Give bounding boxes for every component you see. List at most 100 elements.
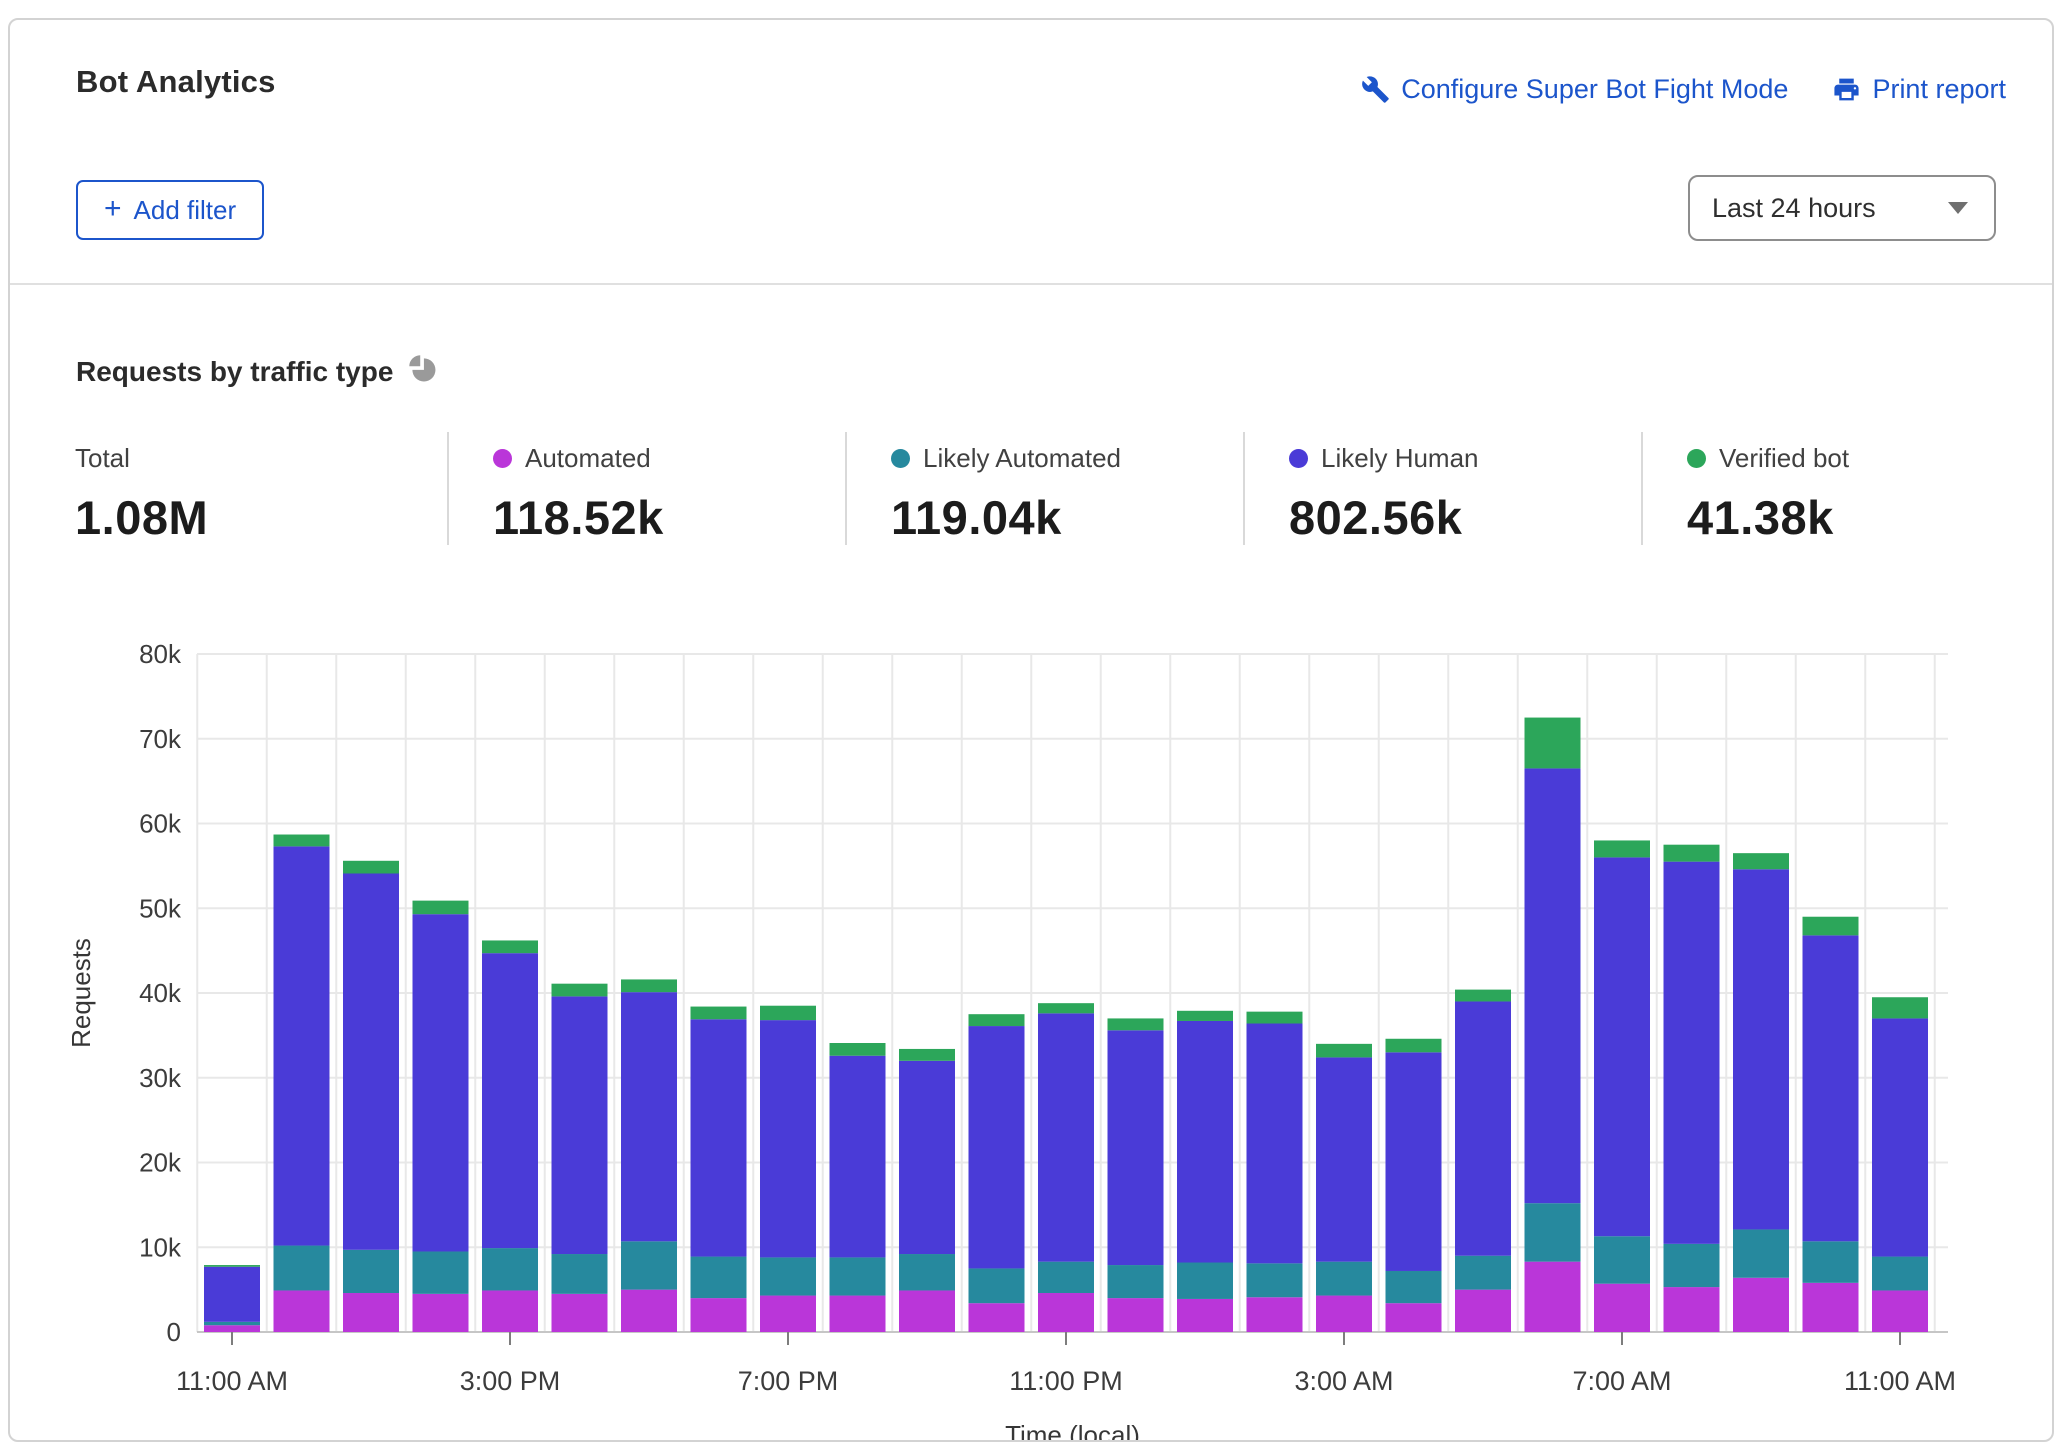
bar-segment[interactable] <box>1386 1039 1442 1053</box>
bar-segment[interactable] <box>1177 1299 1233 1332</box>
bar-segment[interactable] <box>204 1322 260 1325</box>
bar-segment[interactable] <box>1108 1298 1164 1332</box>
bar-segment[interactable] <box>1872 1018 1928 1256</box>
bar-segment[interactable] <box>1594 840 1650 857</box>
bar-segment[interactable] <box>830 1257 886 1295</box>
bar-segment[interactable] <box>413 1294 469 1332</box>
bar-segment[interactable] <box>899 1049 955 1061</box>
bar-segment[interactable] <box>274 1290 330 1332</box>
bar-segment[interactable] <box>691 1019 747 1256</box>
bar-segment[interactable] <box>760 1296 816 1332</box>
bar-segment[interactable] <box>899 1061 955 1254</box>
bar-segment[interactable] <box>1316 1044 1372 1058</box>
bar-segment[interactable] <box>1803 917 1859 936</box>
bar-segment[interactable] <box>1525 768 1581 1203</box>
bar-segment[interactable] <box>482 1248 538 1290</box>
bar-segment[interactable] <box>204 1267 260 1322</box>
bar-segment[interactable] <box>204 1265 260 1267</box>
bar-segment[interactable] <box>1872 1290 1928 1332</box>
bar-segment[interactable] <box>1455 1290 1511 1332</box>
bar-segment[interactable] <box>1247 1024 1303 1264</box>
bar-segment[interactable] <box>1108 1265 1164 1298</box>
bar-segment[interactable] <box>1803 1241 1859 1283</box>
bar-segment[interactable] <box>899 1290 955 1332</box>
bar-segment[interactable] <box>969 1268 1025 1303</box>
bar-segment[interactable] <box>1455 1001 1511 1255</box>
bar-segment[interactable] <box>482 940 538 953</box>
bar-segment[interactable] <box>830 1043 886 1056</box>
bar-segment[interactable] <box>204 1325 260 1332</box>
configure-super-bot-fight-mode-link[interactable]: Configure Super Bot Fight Mode <box>1361 74 1788 105</box>
bar-segment[interactable] <box>1108 1030 1164 1265</box>
bar-segment[interactable] <box>482 953 538 1248</box>
bar-segment[interactable] <box>691 1298 747 1332</box>
bar-segment[interactable] <box>1525 1203 1581 1261</box>
bar-segment[interactable] <box>1386 1271 1442 1303</box>
bar-segment[interactable] <box>1247 1012 1303 1024</box>
bar-segment[interactable] <box>1108 1018 1164 1030</box>
bar-segment[interactable] <box>1594 1284 1650 1332</box>
bar-segment[interactable] <box>1733 1229 1789 1277</box>
bar-segment[interactable] <box>1386 1303 1442 1332</box>
bar-segment[interactable] <box>760 1006 816 1020</box>
bar-segment[interactable] <box>760 1020 816 1257</box>
bar-segment[interactable] <box>1664 1244 1720 1287</box>
bar-segment[interactable] <box>1038 1262 1094 1293</box>
bar-segment[interactable] <box>1247 1263 1303 1297</box>
bar-segment[interactable] <box>482 1290 538 1332</box>
bar-segment[interactable] <box>343 1250 399 1293</box>
time-range-select[interactable]: Last 24 hours <box>1688 175 1996 241</box>
bar-segment[interactable] <box>621 992 677 1241</box>
bar-segment[interactable] <box>1664 1287 1720 1332</box>
bar-segment[interactable] <box>621 1241 677 1289</box>
bar-segment[interactable] <box>969 1026 1025 1268</box>
bar-segment[interactable] <box>621 979 677 992</box>
bar-segment[interactable] <box>1038 1293 1094 1332</box>
bar-segment[interactable] <box>830 1056 886 1258</box>
bar-segment[interactable] <box>413 914 469 1251</box>
bar-segment[interactable] <box>760 1257 816 1295</box>
bar-segment[interactable] <box>343 861 399 874</box>
bar-segment[interactable] <box>1803 1283 1859 1332</box>
bar-segment[interactable] <box>1316 1057 1372 1261</box>
bar-segment[interactable] <box>1872 997 1928 1018</box>
print-report-link[interactable]: Print report <box>1832 74 2006 105</box>
bar-segment[interactable] <box>1038 1003 1094 1013</box>
bar-segment[interactable] <box>1177 1011 1233 1021</box>
bar-segment[interactable] <box>899 1254 955 1290</box>
bar-segment[interactable] <box>413 1251 469 1293</box>
bar-segment[interactable] <box>691 1257 747 1299</box>
bar-segment[interactable] <box>1872 1257 1928 1291</box>
add-filter-button[interactable]: + Add filter <box>76 180 264 240</box>
bar-segment[interactable] <box>274 846 330 1245</box>
bar-segment[interactable] <box>274 835 330 847</box>
bar-segment[interactable] <box>552 1294 608 1332</box>
bar-segment[interactable] <box>552 1254 608 1294</box>
bar-segment[interactable] <box>969 1014 1025 1026</box>
bar-segment[interactable] <box>1664 845 1720 862</box>
bar-segment[interactable] <box>1664 862 1720 1244</box>
bar-segment[interactable] <box>1177 1263 1233 1299</box>
bar-segment[interactable] <box>1525 1262 1581 1332</box>
bar-segment[interactable] <box>343 1293 399 1332</box>
bar-segment[interactable] <box>1386 1052 1442 1271</box>
bar-segment[interactable] <box>1038 1013 1094 1261</box>
bar-segment[interactable] <box>1525 718 1581 769</box>
bar-segment[interactable] <box>1247 1297 1303 1332</box>
bar-segment[interactable] <box>830 1296 886 1332</box>
requests-by-traffic-type-chart[interactable]: 010k20k30k40k50k60k70k80k11:00 AM3:00 PM… <box>10 632 2054 1440</box>
bar-segment[interactable] <box>1316 1296 1372 1332</box>
bar-segment[interactable] <box>1455 990 1511 1002</box>
bar-segment[interactable] <box>691 1007 747 1020</box>
bar-segment[interactable] <box>1455 1256 1511 1290</box>
bar-segment[interactable] <box>621 1290 677 1332</box>
bar-segment[interactable] <box>969 1303 1025 1332</box>
bar-segment[interactable] <box>343 874 399 1250</box>
bar-segment[interactable] <box>413 901 469 915</box>
bar-segment[interactable] <box>1803 935 1859 1241</box>
bar-segment[interactable] <box>1594 857 1650 1236</box>
bar-segment[interactable] <box>552 996 608 1254</box>
bar-segment[interactable] <box>1177 1021 1233 1263</box>
bar-segment[interactable] <box>1733 1278 1789 1332</box>
bar-segment[interactable] <box>1594 1236 1650 1283</box>
